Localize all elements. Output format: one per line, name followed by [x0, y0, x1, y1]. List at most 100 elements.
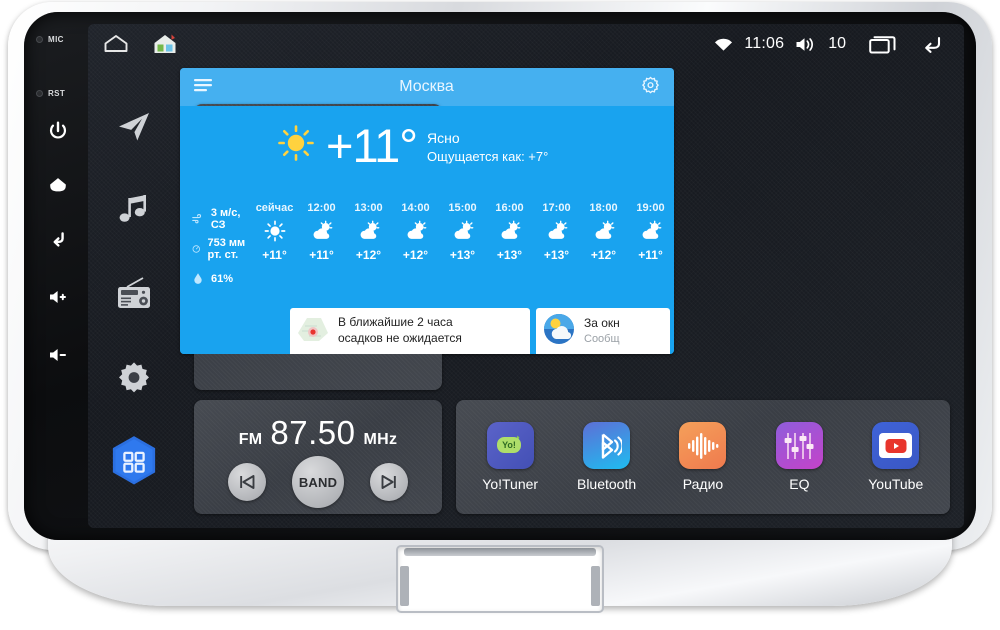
radio-waveform-icon [679, 422, 727, 469]
svg-text:Yo!: Yo! [502, 440, 516, 450]
weather-hour-time: сейчас [255, 202, 294, 214]
weather-sun-icon [276, 123, 316, 168]
weather-hour-time: 18:00 [589, 202, 618, 214]
home-outline-icon[interactable] [102, 33, 130, 55]
weather-hour-time: 19:00 [636, 202, 665, 214]
hamburger-icon[interactable] [194, 78, 212, 97]
skip-previous-icon [240, 475, 255, 489]
weather-hour-column[interactable]: 13:00 +12° [345, 202, 392, 292]
app-label: YouTube [868, 476, 924, 492]
volume-up-button[interactable] [30, 280, 86, 314]
mic-led [36, 35, 43, 43]
power-button[interactable] [30, 114, 86, 148]
weather-hour-icon [639, 219, 663, 243]
app-bluetooth[interactable]: Bluetooth [563, 422, 651, 492]
app-label: Yo!Tuner [482, 476, 539, 492]
weather-hour-time: 16:00 [495, 202, 524, 214]
radio-next-button[interactable] [370, 463, 408, 501]
app-label: Радио [682, 476, 724, 492]
weather-hour-column[interactable]: 14:00 +12° [392, 202, 439, 292]
weather-hour-icon [357, 219, 381, 243]
sidebar-item-navigation[interactable] [88, 84, 180, 168]
radar-map-icon [296, 314, 330, 349]
weather-hour-icon [310, 219, 334, 243]
house-color-icon[interactable] [152, 32, 178, 56]
sun-cloud-circle-icon [542, 312, 576, 351]
equalizer-icon [775, 422, 823, 469]
apps-widget[interactable]: Yo! Yo!Tuner Bluetooth Радио EQ YouTube [456, 400, 950, 514]
hardware-key-column: MIC RST [30, 26, 86, 526]
app-eq[interactable]: EQ [755, 422, 843, 492]
weather-hour-column[interactable]: 18:00 +12° [580, 202, 627, 292]
weather-hour-column[interactable]: 16:00 +13° [486, 202, 533, 292]
radio-band-label: FM [238, 431, 263, 448]
home-hardware-button[interactable] [30, 168, 86, 202]
weather-hour-temp: +13° [543, 248, 570, 262]
app-radio[interactable]: Радио [659, 422, 747, 492]
sidebar-item-settings[interactable] [88, 336, 180, 420]
home-icon [50, 178, 66, 192]
pressure-icon [192, 245, 200, 253]
weather-hourly-forecast[interactable]: сейчас +11° 12:00 +11° 13:00 +12° 14:00 +12° 15:… [251, 202, 674, 292]
back-icon[interactable] [918, 33, 946, 55]
volume-down-icon [50, 349, 66, 361]
app-label: Bluetooth [576, 476, 637, 492]
weather-temperature: +11° [326, 119, 418, 172]
radio-band-button[interactable]: BAND [292, 456, 344, 508]
radio-unit-label: MHz [363, 431, 398, 448]
notice-line-2: осадков не ожидается [338, 331, 462, 345]
weather-hour-column[interactable]: 17:00 +13° [533, 202, 580, 292]
youtube-icon [872, 422, 920, 469]
reset-label: RST [48, 88, 66, 98]
weather-pressure: 753 мм рт. ст. [192, 234, 251, 264]
weather-notice-outside[interactable]: За окн Сообщ [536, 308, 670, 354]
app-shortcut-row: Yo! Yo!Tuner Bluetooth Радио EQ YouTube [456, 400, 950, 514]
radio-widget[interactable]: FM 87.50 MHz BAND [194, 400, 442, 514]
back-arrow-icon [53, 232, 64, 247]
weather-current: +11° Ясно Ощущается как: +7° [180, 106, 674, 169]
touch-screen[interactable]: 11:06 10 FM 87.50 MHz BAND Москва +11° Я… [88, 24, 964, 528]
weather-settings-icon[interactable] [641, 75, 660, 99]
weather-notice-precipitation[interactable]: В ближайшие 2 часа осадков не ожидается [290, 308, 530, 354]
radio-prev-button[interactable] [228, 463, 266, 501]
weather-hour-icon [545, 219, 569, 243]
reset-indicator[interactable]: RST [36, 84, 88, 102]
yotuner-icon: Yo! [486, 422, 534, 469]
mic-indicator: MIC [36, 30, 88, 48]
status-time: 11:06 [744, 35, 785, 52]
weather-hour-time: 12:00 [307, 202, 336, 214]
cutout-tab-left [400, 566, 409, 606]
car-head-unit: MIC RST 11:06 10 FM 87.50 MHz BAND Москв… [0, 0, 1000, 630]
weather-hour-time: 14:00 [401, 202, 430, 214]
app-yotuner[interactable]: Yo! Yo!Tuner [466, 422, 554, 492]
weather-wind-value: 3 м/с, СЗ [210, 207, 241, 231]
cutout-tab-right [591, 566, 600, 606]
volume-icon[interactable] [795, 36, 817, 53]
reset-led [36, 89, 43, 97]
sidebar-item-radio[interactable] [88, 252, 180, 336]
weather-hour-icon [498, 219, 522, 243]
back-hardware-button[interactable] [30, 222, 86, 256]
music-note-icon [119, 195, 146, 222]
sidebar-item-music[interactable] [88, 168, 180, 252]
weather-pressure-value: 753 мм рт. ст. [207, 237, 246, 261]
weather-hour-column[interactable]: 15:00 +13° [439, 202, 486, 292]
weather-hour-column[interactable]: 19:00 +11° [627, 202, 674, 292]
weather-hour-temp: +11° [262, 248, 287, 262]
weather-hour-icon [451, 219, 475, 243]
recents-icon[interactable] [869, 34, 897, 54]
volume-up-icon [50, 291, 66, 303]
weather-hour-column[interactable]: сейчас +11° [251, 202, 298, 292]
weather-hour-icon [264, 219, 286, 243]
weather-hour-column[interactable]: 12:00 +11° [298, 202, 345, 292]
app-label: EQ [789, 476, 810, 492]
radio-frequency-display: FM 87.50 MHz [194, 414, 442, 452]
navigation-arrow-icon [119, 113, 149, 141]
app-dock[interactable] [88, 64, 180, 528]
app-youtube[interactable]: YouTube [852, 422, 940, 492]
sidebar-item-all-apps[interactable] [88, 420, 180, 504]
humidity-icon [194, 273, 202, 284]
weather-humidity: 61% [192, 264, 251, 294]
weather-widget[interactable]: Москва +11° Ясно Ощущается как: +7° 3 м/… [180, 68, 674, 354]
volume-down-button[interactable] [30, 338, 86, 372]
